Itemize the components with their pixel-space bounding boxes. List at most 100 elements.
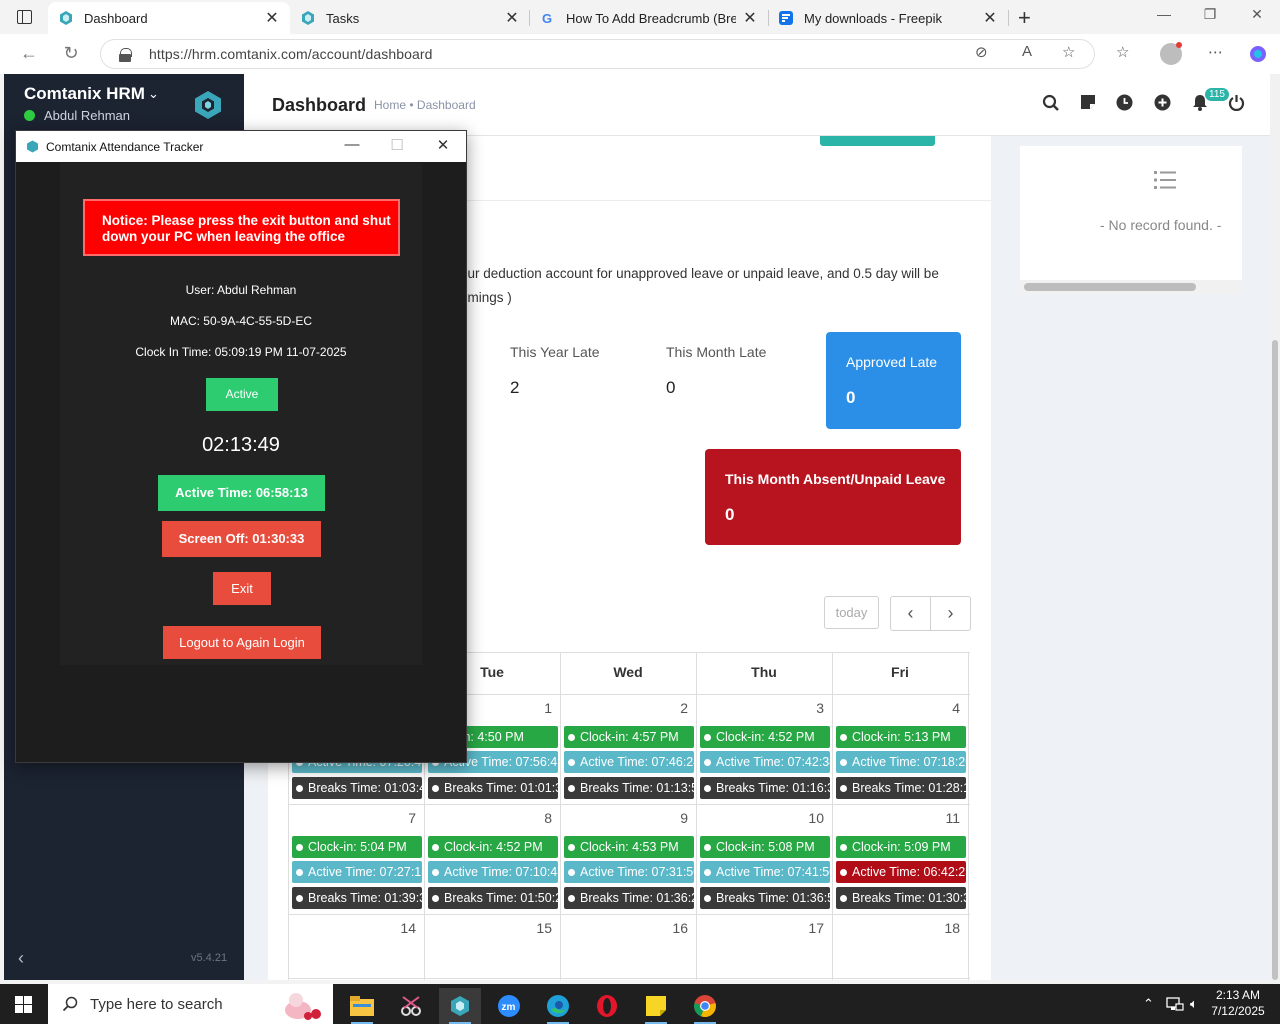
active-time-button[interactable]: Active Time: 06:58:13 <box>158 475 325 511</box>
calendar-day-number[interactable]: 3 <box>696 700 824 716</box>
calendar-event-breaks-time[interactable]: Breaks Time: 01:03:48 <box>292 777 422 799</box>
calendar-event-breaks-time[interactable]: Breaks Time: 01:36:58 <box>700 887 830 909</box>
calendar-day-number[interactable]: 8 <box>424 810 552 826</box>
tracker-titlebar[interactable]: Comtanix Attendance Tracker — ☐ ✕ <box>16 131 466 162</box>
file-explorer-icon[interactable] <box>341 988 383 1024</box>
logout-button[interactable]: Logout to Again Login <box>163 626 321 659</box>
tab-dashboard[interactable]: Dashboard ✕ <box>48 2 290 34</box>
calendar-day-number[interactable]: 17 <box>696 920 824 936</box>
new-tab-icon[interactable]: + <box>1018 5 1031 31</box>
calendar-day-number[interactable]: 11 <box>832 810 960 826</box>
show-hidden-icons-icon[interactable]: ⌃ <box>1143 996 1154 1012</box>
calendar-event-active-time[interactable]: Active Time: 07:46:24 <box>564 751 694 773</box>
horizontal-scrollbar[interactable] <box>1020 280 1242 294</box>
calendar-event-breaks-time[interactable]: Breaks Time: 01:16:33 <box>700 777 830 799</box>
calendar-event-breaks-time[interactable]: Breaks Time: 01:39:38 <box>292 887 422 909</box>
screen-off-button[interactable]: Screen Off: 01:30:33 <box>162 521 321 557</box>
calendar-next-icon[interactable]: › <box>930 596 971 631</box>
tab-actions-icon[interactable] <box>10 6 38 28</box>
tab-tasks[interactable]: Tasks ✕ <box>290 2 530 34</box>
calendar-event-clockin[interactable]: Clock-in: 5:09 PM <box>836 836 966 858</box>
close-icon[interactable]: ✕ <box>504 8 520 28</box>
calendar-today-button[interactable]: today <box>824 596 879 629</box>
sidebar-brand[interactable]: Comtanix HRM <box>24 84 145 104</box>
network-icon[interactable] <box>1166 996 1184 1012</box>
calendar-event-breaks-time[interactable]: Breaks Time: 01:30:33 <box>836 887 966 909</box>
volume-icon[interactable]: 🔈︎ <box>1190 996 1198 1012</box>
minimize-icon[interactable]: — <box>341 136 363 153</box>
chevron-down-icon[interactable]: ⌄ <box>148 86 159 102</box>
windows-start-icon[interactable] <box>15 996 32 1013</box>
vertical-scrollbar[interactable] <box>1270 74 1280 980</box>
calendar-day-number[interactable]: 18 <box>832 920 960 936</box>
collapse-sidebar-icon[interactable]: ‹ <box>18 948 24 969</box>
calendar-day-number[interactable]: 14 <box>288 920 416 936</box>
calendar-event-clockin[interactable]: Clock-in: 4:52 PM <box>428 836 558 858</box>
calendar-event-breaks-time[interactable]: Breaks Time: 01:01:38 <box>428 777 558 799</box>
exit-button[interactable]: Exit <box>213 572 271 605</box>
search-icon[interactable] <box>1042 94 1060 112</box>
opera-icon[interactable] <box>586 988 628 1024</box>
teal-action-button[interactable] <box>820 136 935 146</box>
calendar-day-number[interactable]: 15 <box>424 920 552 936</box>
close-icon[interactable]: ✕ <box>742 8 758 28</box>
tab-freepik[interactable]: My downloads - Freepik ✕ <box>768 2 1008 34</box>
read-aloud-icon[interactable]: A <box>1022 43 1032 60</box>
close-icon[interactable]: ✕ <box>982 8 998 28</box>
chrome-icon[interactable] <box>684 988 726 1024</box>
calendar-event-clockin[interactable]: Clock-in: 4:52 PM <box>700 726 830 748</box>
calendar-event-active-time[interactable]: Active Time: 07:42:34 <box>700 751 830 773</box>
calendar-event-active-time[interactable]: Active Time: 07:27:18 <box>292 861 422 883</box>
calendar-event-active-time[interactable]: Active Time: 07:18:20 <box>836 751 966 773</box>
lock-icon[interactable] <box>119 47 132 62</box>
breadcrumb-home[interactable]: Home <box>374 98 406 112</box>
close-icon[interactable]: ✕ <box>264 8 280 28</box>
tracking-prevention-icon[interactable]: ⊘ <box>975 43 988 61</box>
clock-icon[interactable] <box>1116 94 1133 111</box>
edge-icon[interactable] <box>537 988 579 1024</box>
absent-leave-card[interactable]: This Month Absent/Unpaid Leave 0 <box>705 449 961 545</box>
calendar-event-clockin[interactable]: Clock-in: 5:13 PM <box>836 726 966 748</box>
close-icon[interactable]: ✕ <box>432 136 454 154</box>
calendar-day-number[interactable]: 9 <box>560 810 688 826</box>
calendar-event-breaks-time[interactable]: Breaks Time: 01:13:59 <box>564 777 694 799</box>
taskbar-search-input[interactable]: Type here to search <box>48 984 333 1024</box>
calendar-prev-icon[interactable]: ‹ <box>890 596 931 631</box>
calendar-event-clockin[interactable]: Clock-in: 5:04 PM <box>292 836 422 858</box>
calendar-day-number[interactable]: 7 <box>288 810 416 826</box>
power-icon[interactable] <box>1228 94 1245 111</box>
calendar-event-clockin[interactable]: Clock-in: 5:08 PM <box>700 836 830 858</box>
sticky-notes-icon[interactable] <box>635 988 677 1024</box>
calendar-day-number[interactable]: 4 <box>832 700 960 716</box>
calendar-event-active-time[interactable]: Active Time: 07:41:50 <box>700 861 830 883</box>
approved-late-card[interactable]: Approved Late 0 <box>826 332 961 429</box>
url-field[interactable]: https://hrm.comtanix.com/account/dashboa… <box>100 39 1095 69</box>
back-icon[interactable]: ← <box>18 43 40 64</box>
favorite-star-icon[interactable]: ☆ <box>1062 43 1075 61</box>
taskbar-clock[interactable]: 2:13 AM 7/12/2025 <box>1206 987 1270 1019</box>
calendar-event-breaks-time[interactable]: Breaks Time: 01:36:26 <box>564 887 694 909</box>
comtanix-tracker-taskbar-icon[interactable] <box>439 988 481 1024</box>
copilot-icon[interactable] <box>1248 44 1268 64</box>
close-window-icon[interactable]: ✕ <box>1247 6 1267 23</box>
add-circle-icon[interactable] <box>1154 94 1171 111</box>
reload-icon[interactable]: ↻ <box>60 43 82 64</box>
restore-icon[interactable]: ❐ <box>1200 6 1220 23</box>
minimize-icon[interactable]: — <box>1154 6 1174 22</box>
status-active-button[interactable]: Active <box>206 378 278 411</box>
zoom-icon[interactable]: zm <box>488 988 530 1024</box>
tab-breadcrumb[interactable]: G How To Add Breadcrumb (Breadcr ✕ <box>530 2 768 34</box>
calendar-event-active-time[interactable]: Active Time: 07:10:48 <box>428 861 558 883</box>
calendar-day-number[interactable]: 2 <box>560 700 688 716</box>
notes-icon[interactable] <box>1080 94 1096 110</box>
calendar-day-number[interactable]: 10 <box>696 810 824 826</box>
calendar-event-active-time[interactable]: Active Time: 07:31:50 <box>564 861 694 883</box>
calendar-event-active-time[interactable]: Active Time: 06:42:23 <box>836 861 966 883</box>
calendar-event-breaks-time[interactable]: Breaks Time: 01:50:27 <box>428 887 558 909</box>
favorites-icon[interactable]: ☆ <box>1116 43 1129 61</box>
calendar-day-number[interactable]: 16 <box>560 920 688 936</box>
maximize-icon[interactable]: ☐ <box>386 136 408 154</box>
calendar-event-clockin[interactable]: Clock-in: 4:57 PM <box>564 726 694 748</box>
snipping-tool-icon[interactable] <box>390 988 432 1024</box>
more-options-icon[interactable]: ⋯ <box>1208 43 1223 61</box>
